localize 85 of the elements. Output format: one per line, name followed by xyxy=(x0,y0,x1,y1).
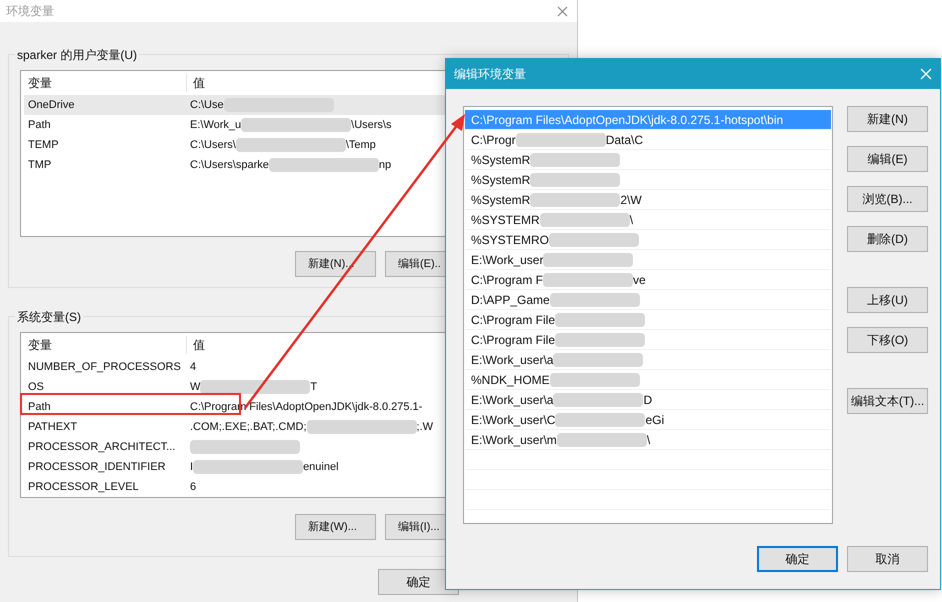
path-entry[interactable]: E:\Work_user\m \ xyxy=(465,430,831,450)
path-entry[interactable]: %NDK_HOME xyxy=(465,370,831,390)
path-text: Data\C xyxy=(606,132,644,148)
variable-value: C:\Users\sparke xyxy=(190,158,269,173)
path-entry[interactable]: E:\Work_user xyxy=(465,250,831,270)
variable-row[interactable]: PROCESSOR_IDENTIFIER I enuinel xyxy=(24,457,576,477)
variable-value: I xyxy=(190,460,194,475)
variable-name: OS xyxy=(28,380,44,395)
dialog-button[interactable]: 取消 xyxy=(847,546,928,572)
dialog-button[interactable]: 编辑(E) xyxy=(847,146,928,172)
path-text: C:\Program File xyxy=(471,332,556,348)
variable-value: \Temp xyxy=(346,138,376,153)
variable-name: PROCESSOR_ARCHITECT... xyxy=(28,440,176,455)
path-text: ve xyxy=(633,272,646,288)
dialog-button[interactable]: 新建(W)... xyxy=(295,514,376,540)
path-text: %SYSTEMRO xyxy=(471,232,550,248)
path-entry[interactable]: E:\Work_user\C eGi xyxy=(465,410,831,430)
group-title: 系统变量(S) xyxy=(15,308,83,326)
variable-name: PROCESSOR_IDENTIFIER xyxy=(28,460,166,475)
column-header[interactable]: 变量 xyxy=(21,74,187,92)
variable-value: T xyxy=(310,380,318,395)
path-entry[interactable]: E:\Work_user\a xyxy=(465,350,831,370)
path-text: %SYSTEMR xyxy=(471,212,540,228)
variable-value: .COM;.EXE;.BAT;.CMD; xyxy=(190,420,307,435)
variable-name: TMP xyxy=(28,158,52,173)
group-title: sparker 的用户变量(U) xyxy=(15,46,140,64)
path-text: \ xyxy=(646,432,650,448)
column-header[interactable]: 变量 xyxy=(21,336,187,354)
variable-value: np xyxy=(378,158,392,173)
variable-value: 4 xyxy=(190,360,196,375)
variable-value: E:\Work_u xyxy=(190,118,242,133)
variable-name: Path xyxy=(28,400,51,415)
path-entry[interactable]: D:\APP_Game xyxy=(465,290,831,310)
path-text: 2\W xyxy=(620,192,642,208)
path-text: C:\Progr xyxy=(471,132,516,148)
variable-value: ;.W xyxy=(416,420,434,435)
path-entry[interactable]: C:\Progr Data\C xyxy=(465,130,831,150)
path-text: %SystemR xyxy=(471,192,530,208)
variable-value: enuinel xyxy=(303,460,339,475)
path-entry[interactable]: %SystemR xyxy=(465,170,831,190)
dialog-button[interactable]: 确定 xyxy=(757,546,838,572)
path-text: \ xyxy=(630,212,634,228)
path-text: C:\Program F xyxy=(471,272,544,288)
dialog-title: 编辑环境变量 xyxy=(454,66,526,83)
variable-name: OneDrive xyxy=(28,98,74,113)
variable-value: 6 xyxy=(190,480,196,495)
close-icon[interactable] xyxy=(557,6,568,16)
path-entry[interactable]: E:\Work_user\a D xyxy=(465,390,831,410)
dialog-button[interactable]: 浏览(B)... xyxy=(847,186,928,212)
dialog-button[interactable]: 删除(D) xyxy=(847,226,928,252)
dialog-button[interactable]: 下移(O) xyxy=(847,327,928,353)
path-text: %NDK_HOME xyxy=(471,372,550,388)
path-text: E:\Work_user\a xyxy=(471,352,554,368)
variable-value: \Users\s xyxy=(351,118,392,133)
variable-name: PROCESSOR_LEVEL xyxy=(28,480,139,495)
path-text: %SystemR xyxy=(471,152,530,168)
path-text: E:\Work_user xyxy=(471,252,544,268)
path-entry[interactable]: C:\Program F ve xyxy=(465,270,831,290)
path-text: D:\APP_Game xyxy=(471,292,550,308)
dialog-button[interactable]: 新建(N) xyxy=(847,106,928,132)
path-text: C:\Program File xyxy=(471,312,556,328)
variable-name: PATHEXT xyxy=(28,420,78,435)
variable-name: NUMBER_OF_PROCESSORS xyxy=(28,360,181,375)
variable-name: Path xyxy=(28,118,51,133)
path-entry[interactable]: %SYSTEMRO xyxy=(465,230,831,250)
column-header[interactable]: 值 xyxy=(187,336,205,354)
path-entry[interactable]: C:\Program File xyxy=(465,310,831,330)
variable-value: C:\Users\ xyxy=(190,138,236,153)
path-entry[interactable]: %SystemR xyxy=(465,150,831,170)
dialog-button[interactable]: 编辑文本(T)... xyxy=(847,388,928,414)
dialog-button[interactable]: 上移(U) xyxy=(847,287,928,313)
variable-name: TEMP xyxy=(28,138,59,153)
path-text: %SystemR xyxy=(471,172,530,188)
path-text: E:\Work_user\m xyxy=(471,432,557,448)
path-entry[interactable]: %SYSTEMR \ xyxy=(465,210,831,230)
column-header[interactable]: 值 xyxy=(187,74,205,92)
path-text: E:\Work_user\a xyxy=(471,392,554,408)
path-entry[interactable]: %SystemR 2\W xyxy=(465,190,831,210)
path-text: eGi xyxy=(645,412,664,428)
path-text: D xyxy=(643,392,652,408)
variable-value: W xyxy=(190,380,200,395)
window-title: 环境变量 xyxy=(6,3,54,20)
variable-value: C:\Use xyxy=(190,98,224,113)
path-text: E:\Work_user\C xyxy=(471,412,556,428)
path-entry[interactable]: C:\Program File xyxy=(465,330,831,350)
